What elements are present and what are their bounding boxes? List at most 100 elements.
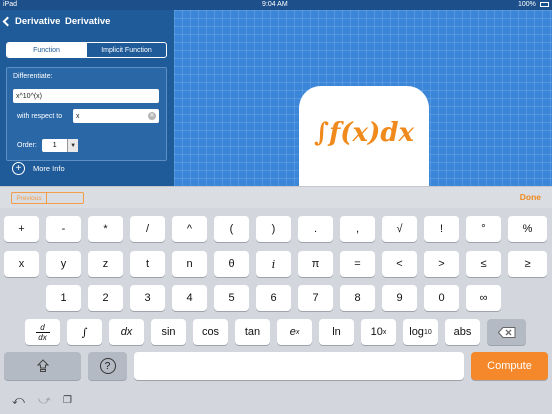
page-title: Derivative — [65, 16, 111, 27]
status-time: 9:04 AM — [262, 1, 288, 8]
key-1[interactable]: 1 — [46, 285, 81, 311]
function-type-segment: Function Implicit Function — [6, 42, 167, 58]
key-y[interactable]: y — [46, 251, 81, 277]
key-n[interactable]: n — [172, 251, 207, 277]
key-ten-power[interactable]: 10 x — [361, 319, 396, 345]
variable-input[interactable]: x ✕ — [73, 109, 159, 123]
key-t[interactable]: t — [130, 251, 165, 277]
key-abs[interactable]: abs — [445, 319, 480, 345]
key-greater-equal[interactable]: ≥ — [508, 251, 547, 277]
ten-sup: x — [382, 328, 387, 336]
battery-icon — [540, 2, 549, 7]
key-decimal[interactable]: . — [298, 216, 333, 242]
tab-implicit-function[interactable]: Implicit Function — [86, 43, 166, 57]
more-info-button[interactable]: + More Info — [12, 162, 65, 175]
key-z[interactable]: z — [88, 251, 123, 277]
plus-icon: + — [12, 162, 25, 175]
expression-input[interactable]: x^10^(x) — [13, 89, 159, 103]
tab-function[interactable]: Function — [7, 43, 86, 57]
order-value: 1 — [42, 139, 68, 152]
undo-icon[interactable]: ⤺ — [12, 393, 25, 408]
key-6[interactable]: 6 — [256, 285, 291, 311]
key-greater-than[interactable]: > — [424, 251, 459, 277]
key-imaginary[interactable]: i — [256, 251, 291, 277]
key-comma[interactable]: , — [340, 216, 375, 242]
key-sin[interactable]: sin — [151, 319, 186, 345]
more-info-label: More Info — [33, 164, 65, 173]
key-8[interactable]: 8 — [340, 285, 375, 311]
key-equals[interactable]: = — [340, 251, 375, 277]
key-less-than[interactable]: < — [382, 251, 417, 277]
log-base: log — [409, 326, 424, 338]
order-select[interactable]: 1 ▼ — [42, 139, 78, 152]
key-percent[interactable]: % — [508, 216, 547, 242]
variable-value: x — [76, 112, 80, 120]
input-card: Differentiate: x^10^(x) with respect to … — [6, 67, 167, 161]
key-divide[interactable]: / — [130, 216, 165, 242]
key-9[interactable]: 9 — [382, 285, 417, 311]
derivative-top: d — [40, 322, 45, 332]
previous-button[interactable]: Previous — [11, 192, 47, 204]
paste-icon[interactable]: ❐ — [63, 395, 72, 406]
key-minus[interactable]: - — [46, 216, 81, 242]
respect-label: with respect to — [17, 113, 63, 120]
backspace-button[interactable] — [487, 319, 526, 345]
key-0[interactable]: 0 — [424, 285, 459, 311]
key-infinity[interactable]: ∞ — [466, 285, 501, 311]
clear-icon[interactable]: ✕ — [148, 112, 156, 120]
key-sqrt[interactable]: √ — [382, 216, 417, 242]
key-x[interactable]: x — [4, 251, 39, 277]
key-2[interactable]: 2 — [88, 285, 123, 311]
differentiate-label: Differentiate: — [13, 73, 53, 80]
key-cos[interactable]: cos — [193, 319, 228, 345]
ten-base: 10 — [370, 326, 383, 338]
result-area: ∫f(x)dx — [174, 10, 552, 196]
compute-button[interactable]: Compute — [471, 352, 548, 380]
battery-percent: 100% — [518, 1, 536, 8]
key-theta[interactable]: θ — [214, 251, 249, 277]
key-multiply[interactable]: * — [88, 216, 123, 242]
derivative-bottom: dx — [38, 332, 47, 342]
chevron-down-icon[interactable]: ▼ — [67, 139, 78, 152]
bottom-bar: ⤺ ⤻ ❐ — [0, 389, 552, 414]
key-open-paren[interactable]: ( — [214, 216, 249, 242]
app-logo: ∫f(x)dx — [299, 86, 429, 196]
key-pi[interactable]: π — [298, 251, 333, 277]
key-4[interactable]: 4 — [172, 285, 207, 311]
key-power[interactable]: ^ — [172, 216, 207, 242]
key-5[interactable]: 5 — [214, 285, 249, 311]
exp-sup: x — [295, 328, 300, 336]
next-button[interactable]: Next — [47, 192, 84, 204]
keyboard-toolbar: Previous Next Done — [0, 186, 552, 208]
nav-bar: Derivative Derivative — [0, 10, 174, 34]
key-less-equal[interactable]: ≤ — [466, 251, 501, 277]
help-icon: ? — [99, 358, 116, 374]
key-close-paren[interactable]: ) — [256, 216, 291, 242]
key-plus[interactable]: + — [4, 216, 39, 242]
key-7[interactable]: 7 — [298, 285, 333, 311]
left-panel: Derivative Derivative Function Implicit … — [0, 10, 174, 186]
back-label: Derivative — [15, 16, 61, 27]
switch-keyboard-button[interactable] — [4, 352, 81, 380]
chevron-left-icon — [2, 16, 13, 27]
key-integral[interactable]: ∫ — [67, 319, 102, 345]
keyboard-switch-icon — [36, 359, 49, 372]
key-factorial[interactable]: ! — [424, 216, 459, 242]
key-exp[interactable]: ex — [277, 319, 312, 345]
status-bar: iPad 9:04 AM 100% — [0, 0, 552, 10]
key-degree[interactable]: ° — [466, 216, 501, 242]
space-bar[interactable] — [134, 352, 464, 380]
key-tan[interactable]: tan — [235, 319, 270, 345]
back-button[interactable]: Derivative — [2, 16, 61, 27]
key-dx[interactable]: dx — [109, 319, 144, 345]
key-3[interactable]: 3 — [130, 285, 165, 311]
help-button[interactable]: ? — [88, 352, 127, 380]
key-derivative[interactable]: d dx — [25, 319, 60, 345]
math-keyboard: + - * / ^ ( ) . , √ ! ° % x y z t n θ i … — [0, 208, 552, 389]
device-label: iPad — [3, 1, 18, 8]
done-button[interactable]: Done — [520, 192, 541, 202]
redo-icon[interactable]: ⤻ — [38, 393, 51, 408]
key-ln[interactable]: ln — [319, 319, 354, 345]
backspace-icon — [497, 326, 515, 338]
key-log10[interactable]: log 10 — [403, 319, 438, 345]
